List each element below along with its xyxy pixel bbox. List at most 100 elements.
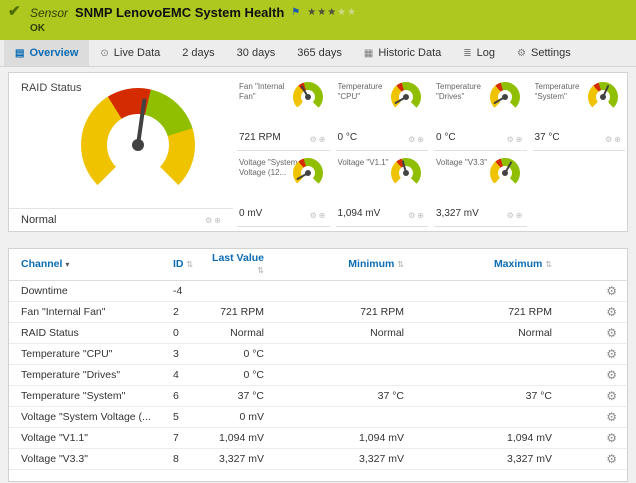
gauge-label: Voltage "V1.1" (338, 158, 398, 168)
gauge-tile-volt-system: Voltage "System Voltage (12... 0 mV ⚙⊕ (237, 153, 330, 227)
channel-name: Temperature "Drives" (21, 369, 171, 381)
channel-settings-gear-icon[interactable]: ⚙ (552, 452, 617, 466)
gauge-gear-icon[interactable]: ⚙ (507, 211, 516, 220)
star-icon[interactable]: ★ (337, 7, 347, 18)
gauge-pin-icon[interactable]: ⊕ (417, 135, 426, 144)
gauge-gear-icon[interactable]: ⚙ (205, 216, 214, 225)
channel-settings-gear-icon[interactable]: ⚙ (552, 410, 617, 424)
col-header-id[interactable]: ID ⇅ (171, 259, 209, 271)
maximum-value: 721 RPM (404, 306, 552, 318)
tab-2-days[interactable]: 2 days (171, 40, 225, 66)
last-value: 721 RPM (209, 306, 264, 318)
gauge-label: Temperature "Drives" (436, 82, 496, 102)
tab-log[interactable]: ≣Log (452, 40, 506, 66)
channel-id: 6 (171, 390, 209, 402)
gauge-pin-icon[interactable]: ⊕ (516, 211, 525, 220)
gauge-hub (600, 94, 606, 100)
channel-gauge (293, 82, 323, 112)
table-row: RAID Status 0 Normal Normal Normal ⚙ (9, 323, 627, 344)
channel-gauge (293, 158, 323, 188)
tab-label: Live Data (114, 47, 160, 59)
channel-id: 3 (171, 348, 209, 360)
gauge-value: 0 °C (338, 132, 358, 143)
channel-id: 8 (171, 453, 209, 465)
channel-name: Fan "Internal Fan" (21, 306, 171, 318)
star-icon[interactable]: ★ (307, 7, 317, 18)
sort-icon: ⇅ (257, 266, 264, 275)
priority-stars[interactable]: ★★★★★ (307, 8, 357, 18)
gauge-pin-icon[interactable]: ⊕ (319, 211, 328, 220)
table-row: Voltage "System Voltage (... 5 0 mV ⚙ (9, 407, 627, 428)
col-header-minimum[interactable]: Minimum ⇅ (264, 259, 404, 271)
channel-gauge (391, 158, 421, 188)
sort-icon: ⇅ (186, 260, 193, 269)
maximum-value: Normal (404, 327, 552, 339)
gauge-label: Fan "Internal Fan" (239, 82, 299, 102)
gauge-pin-icon[interactable]: ⊕ (516, 135, 525, 144)
tab-label: 30 days (237, 47, 276, 59)
minimum-value: 721 RPM (264, 306, 404, 318)
gauge-tile-temp-system: Temperature "System" 37 °C ⚙⊕ (533, 77, 626, 151)
minimum-value: 3,327 mV (264, 453, 404, 465)
gauge-pin-icon[interactable]: ⊕ (214, 216, 223, 225)
channel-settings-gear-icon[interactable]: ⚙ (552, 347, 617, 361)
gauge-value: 0 °C (436, 132, 456, 143)
channel-table: Channel ▾ ID ⇅ Last Value ⇅ Minimum ⇅ Ma… (8, 248, 628, 482)
tab-label: 2 days (182, 47, 214, 59)
channel-gauge-grid: Fan "Internal Fan" 721 RPM ⚙⊕ Temperatur… (237, 77, 625, 229)
gauge-gear-icon[interactable]: ⚙ (310, 211, 319, 220)
tab-settings[interactable]: ⚙Settings (506, 40, 582, 66)
star-icon[interactable]: ★ (327, 7, 337, 18)
channel-settings-gear-icon[interactable]: ⚙ (552, 368, 617, 382)
gauge-gear-icon[interactable]: ⚙ (507, 135, 516, 144)
tab-overview[interactable]: ▤Overview (4, 40, 89, 66)
raid-status-gauge (81, 88, 195, 202)
gauge-label: Voltage "System Voltage (12... (239, 158, 299, 178)
gauge-pin-icon[interactable]: ⊕ (319, 135, 328, 144)
star-icon[interactable]: ★ (317, 7, 327, 18)
sensor-header-bar: ✔ Sensor SNMP LenovoEMC System Health ⚑ … (0, 0, 636, 40)
minimum-value: 37 °C (264, 390, 404, 402)
priority-flag-icon[interactable]: ⚑ (291, 7, 300, 18)
channel-name: Voltage "System Voltage (... (21, 411, 171, 423)
last-value: 0 mV (209, 411, 264, 423)
gauge-gear-icon[interactable]: ⚙ (310, 135, 319, 144)
gauge-gear-icon[interactable]: ⚙ (408, 135, 417, 144)
gauge-hub (502, 170, 508, 176)
maximum-value: 3,327 mV (404, 453, 552, 465)
gauge-hub (132, 139, 144, 151)
col-header-last-value[interactable]: Last Value ⇅ (209, 253, 264, 276)
gauge-gear-icon[interactable]: ⚙ (408, 211, 417, 220)
maximum-value: 1,094 mV (404, 432, 552, 444)
col-header-maximum[interactable]: Maximum ⇅ (404, 259, 552, 271)
gauge-tile-temp-drives: Temperature "Drives" 0 °C ⚙⊕ (434, 77, 527, 151)
channel-settings-gear-icon[interactable]: ⚙ (552, 326, 617, 340)
channel-id: -4 (171, 285, 209, 297)
channel-settings-gear-icon[interactable]: ⚙ (552, 431, 617, 445)
minimum-value: 1,094 mV (264, 432, 404, 444)
channel-gauge (391, 82, 421, 112)
tab-label: 365 days (297, 47, 342, 59)
channel-gauge (588, 82, 618, 112)
last-value: 0 °C (209, 348, 264, 360)
col-header-channel[interactable]: Channel ▾ (21, 259, 171, 271)
gauge-label: Temperature "System" (535, 82, 595, 102)
star-icon[interactable]: ★ (347, 7, 357, 18)
tab-live-data[interactable]: ⊙Live Data (89, 40, 171, 66)
gauge-gear-icon[interactable]: ⚙ (605, 135, 614, 144)
gauge-tile-volt-v11: Voltage "V1.1" 1,094 mV ⚙⊕ (336, 153, 429, 227)
channel-settings-gear-icon[interactable]: ⚙ (552, 305, 617, 319)
tab-historic-data[interactable]: ▦Historic Data (353, 40, 452, 66)
gauge-pin-icon[interactable]: ⊕ (614, 135, 623, 144)
tab-365-days[interactable]: 365 days (286, 40, 353, 66)
historic-data-icon: ▦ (364, 48, 373, 59)
gauge-hub (305, 170, 311, 176)
table-row: Temperature "System" 6 37 °C 37 °C 37 °C… (9, 386, 627, 407)
sensor-kind-label: Sensor (30, 6, 68, 20)
minimum-value: Normal (264, 327, 404, 339)
channel-settings-gear-icon[interactable]: ⚙ (552, 284, 617, 298)
sort-icon: ⇅ (397, 260, 404, 269)
channel-settings-gear-icon[interactable]: ⚙ (552, 389, 617, 403)
tab-30-days[interactable]: 30 days (226, 40, 287, 66)
gauge-pin-icon[interactable]: ⊕ (417, 211, 426, 220)
